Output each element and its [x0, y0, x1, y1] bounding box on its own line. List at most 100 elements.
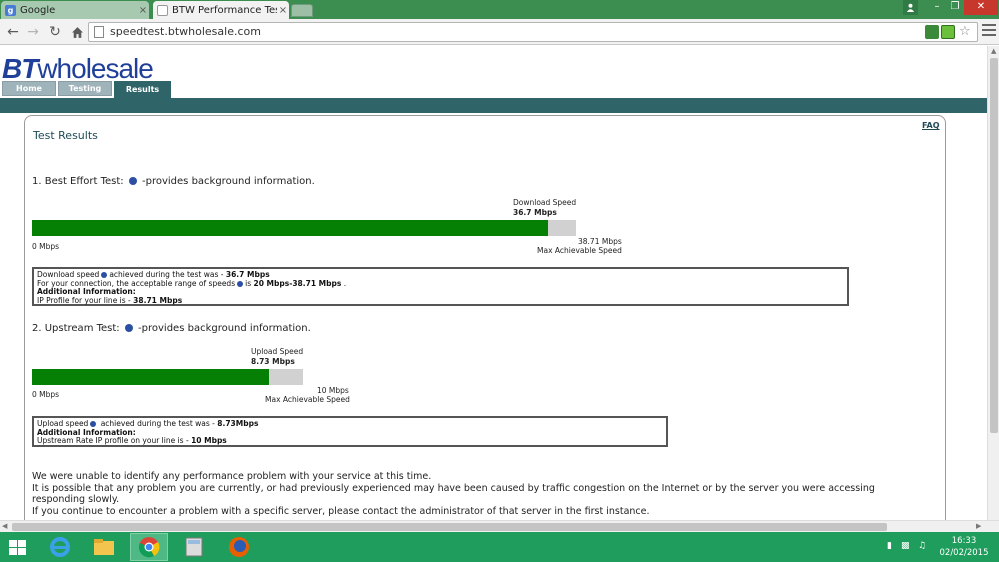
chrome-menu-icon[interactable] [982, 24, 996, 38]
message-line: It is possible that any problem you are … [32, 482, 875, 494]
vertical-scroll-thumb[interactable] [990, 58, 998, 433]
info-icon[interactable] [128, 177, 137, 185]
extension-icon[interactable] [925, 25, 939, 39]
info-text: is [245, 278, 254, 288]
upload-speed-bar [32, 369, 303, 385]
message-line: We were unable to identify any performan… [32, 471, 432, 482]
info-icon[interactable] [237, 280, 244, 287]
info-text: IP Profile for your line is - [37, 295, 134, 305]
firefox-icon[interactable] [220, 533, 258, 561]
scroll-right-icon[interactable]: ▶ [976, 522, 981, 530]
info-value: 10 Mbps [191, 436, 227, 445]
tab-title: Google [20, 4, 56, 16]
upload-max-label: Max Achievable Speed [265, 395, 350, 404]
address-bar[interactable]: speedtest.btwholesale.com ☆ [88, 22, 978, 42]
message-line: responding slowly. [32, 494, 120, 505]
close-tab-icon[interactable]: × [137, 5, 149, 16]
home-icon[interactable] [68, 23, 86, 41]
page-favicon-icon [157, 4, 168, 16]
faq-link[interactable]: FAQ [922, 121, 940, 130]
battery-icon[interactable]: ▮ [887, 541, 892, 551]
info-text: . [341, 278, 347, 288]
tab-title: BTW Performance Test [172, 4, 277, 16]
tab-google[interactable]: g Google × [1, 1, 149, 19]
chrome-taskbar-icon[interactable] [130, 533, 168, 561]
user-profile-icon[interactable] [903, 0, 918, 15]
bt-wholesale-logo[interactable]: BTwholesale [2, 53, 154, 84]
download-speed-value: 36.7 Mbps [513, 208, 557, 217]
page-viewport: BTwholesale Home Testing Results FAQ Tes… [0, 46, 987, 520]
info-icon[interactable] [90, 421, 97, 427]
upload-speed-label: Upload Speed [251, 347, 304, 356]
logo-wholesale-text: wholesale [37, 53, 154, 84]
minimize-window-button[interactable]: – [926, 0, 948, 15]
nav-tab-testing[interactable]: Testing [58, 81, 112, 96]
network-icon[interactable]: ▩ [901, 541, 910, 551]
google-favicon-icon: g [5, 4, 16, 16]
maximize-window-button[interactable]: ❐ [946, 0, 964, 15]
vertical-scrollbar[interactable]: ▲ [987, 46, 999, 520]
tab-btw-performance-test[interactable]: BTW Performance Test × [153, 1, 289, 19]
results-panel: FAQ Test Results 1. Best Effort Test: -p… [24, 115, 946, 520]
info-icon[interactable] [101, 272, 108, 278]
info-line: Upstream Rate IP profile on your line is… [37, 436, 663, 446]
info-text: Upstream Rate IP profile on your line is… [37, 436, 192, 445]
download-max-label: Max Achievable Speed [537, 246, 622, 255]
upstream-heading: 2. Upstream Test: -provides background i… [32, 323, 311, 334]
system-clock[interactable]: 16:33 02/02/2015 [938, 535, 990, 559]
internet-explorer-icon[interactable] [41, 533, 79, 561]
upstream-heading-suffix: -provides background information. [138, 323, 311, 334]
info-line: IP Profile for your line is - 38.71 Mbps [37, 295, 844, 306]
message-line: If you continue to encounter a problem w… [32, 505, 650, 517]
header-band [0, 98, 987, 113]
reload-icon[interactable]: ↻ [46, 23, 64, 41]
windows-start-icon[interactable] [9, 540, 27, 556]
horizontal-scroll-thumb[interactable] [12, 523, 887, 531]
page-icon [94, 26, 104, 38]
bookmark-star-icon[interactable]: ☆ [959, 24, 971, 39]
upload-info-box: Upload speed achieved during the test wa… [32, 416, 668, 447]
browser-toolbar: ← → ↻ speedtest.btwholesale.com ☆ [0, 19, 999, 45]
info-icon[interactable] [124, 324, 133, 332]
back-arrow-icon[interactable]: ← [4, 23, 22, 41]
upload-speed-bar-fill [32, 369, 269, 385]
download-info-box: Download speed achieved during the test w… [32, 267, 849, 306]
upload-min-label: 0 Mbps [32, 390, 60, 399]
close-window-button[interactable]: ✕ [964, 0, 998, 15]
info-line: For your connection, the acceptable rang… [37, 278, 844, 289]
upload-max-value: 10 Mbps [317, 386, 349, 395]
best-effort-heading: 1. Best Effort Test: -provides backgroun… [32, 176, 315, 187]
download-speed-bar [32, 220, 576, 236]
summary-message: We were unable to identify any performan… [32, 471, 875, 517]
scroll-left-icon[interactable]: ◀ [2, 522, 7, 530]
upload-speed-value: 8.73 Mbps [251, 357, 295, 366]
close-tab-icon[interactable]: × [277, 5, 289, 16]
forward-arrow-icon[interactable]: → [24, 23, 42, 41]
upstream-heading-label: 2. Upstream Test: [32, 323, 120, 334]
download-speed-bar-fill [32, 220, 548, 236]
info-value: 38.71 Mbps [133, 295, 183, 305]
page-title: Test Results [33, 129, 98, 142]
best-effort-heading-suffix: -provides background information. [142, 176, 315, 187]
new-tab-button[interactable] [291, 4, 313, 17]
nav-tab-results[interactable]: Results [114, 81, 171, 98]
download-max-value: 38.71 Mbps [578, 237, 622, 246]
volume-icon[interactable]: ♫ [918, 541, 926, 551]
clock-time: 16:33 [951, 536, 977, 546]
info-value: 8.73Mbps [217, 419, 259, 428]
windows-taskbar: ▮ ▩ ♫ 16:33 02/02/2015 [0, 532, 999, 562]
url-text[interactable]: speedtest.btwholesale.com [110, 25, 261, 39]
extension-icon[interactable] [941, 25, 955, 39]
best-effort-heading-label: 1. Best Effort Test: [32, 176, 124, 187]
clock-date: 02/02/2015 [939, 548, 989, 558]
browser-tab-bar: g Google × BTW Performance Test × – ❐ ✕ [0, 0, 999, 19]
file-explorer-icon[interactable] [85, 533, 123, 561]
logo-bt-text: BT [2, 53, 38, 84]
scroll-up-icon[interactable]: ▲ [991, 47, 996, 55]
horizontal-scrollbar[interactable]: ◀ ▶ [0, 520, 999, 532]
nav-tab-home[interactable]: Home [2, 81, 56, 96]
download-speed-label: Download Speed [513, 198, 577, 207]
calculator-icon[interactable] [175, 533, 213, 561]
download-min-label: 0 Mbps [32, 242, 60, 251]
info-value: 20 Mbps-38.71 Mbps [253, 278, 342, 288]
